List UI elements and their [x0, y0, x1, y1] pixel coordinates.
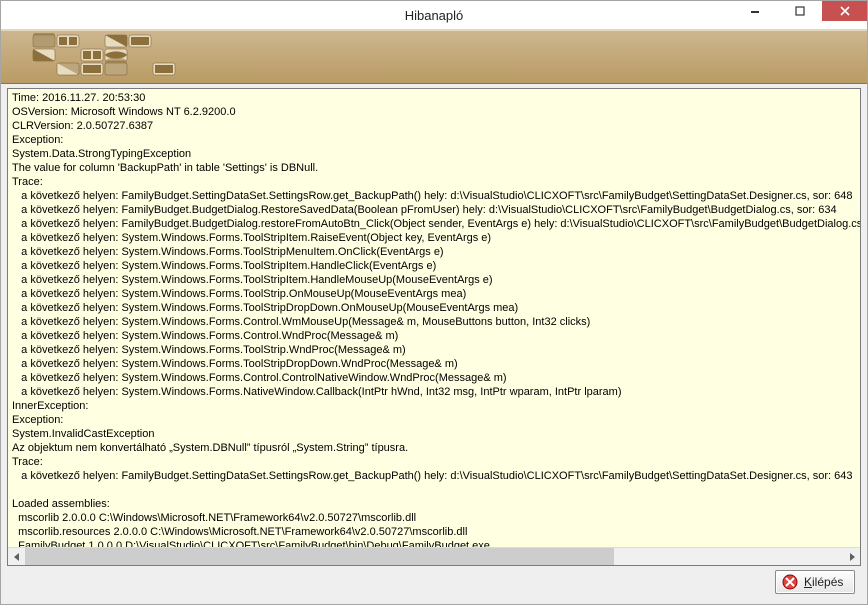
log-textbox[interactable]: Time: 2016.11.27. 20:53:30 OSVersion: Mi… — [8, 89, 860, 547]
logo-icon — [9, 33, 189, 81]
error-log-window: Hibanapló — [0, 0, 868, 605]
minimize-button[interactable] — [732, 1, 777, 21]
footer-bar: Kilépés — [7, 566, 861, 598]
exit-icon — [782, 574, 798, 590]
scroll-left-button[interactable] — [8, 548, 25, 565]
horizontal-scrollbar[interactable] — [8, 547, 860, 565]
scroll-right-button[interactable] — [843, 548, 860, 565]
header-banner — [1, 30, 867, 84]
log-panel: Time: 2016.11.27. 20:53:30 OSVersion: Mi… — [7, 88, 861, 566]
scroll-track[interactable] — [25, 548, 843, 565]
scroll-thumb[interactable] — [25, 548, 614, 565]
titlebar[interactable]: Hibanapló — [1, 1, 867, 30]
client-area: Time: 2016.11.27. 20:53:30 OSVersion: Mi… — [1, 84, 867, 604]
window-buttons — [732, 1, 867, 23]
exit-button[interactable]: Kilépés — [775, 570, 855, 594]
exit-button-label: Kilépés — [804, 575, 843, 589]
close-button[interactable] — [822, 1, 867, 21]
maximize-button[interactable] — [777, 1, 822, 21]
